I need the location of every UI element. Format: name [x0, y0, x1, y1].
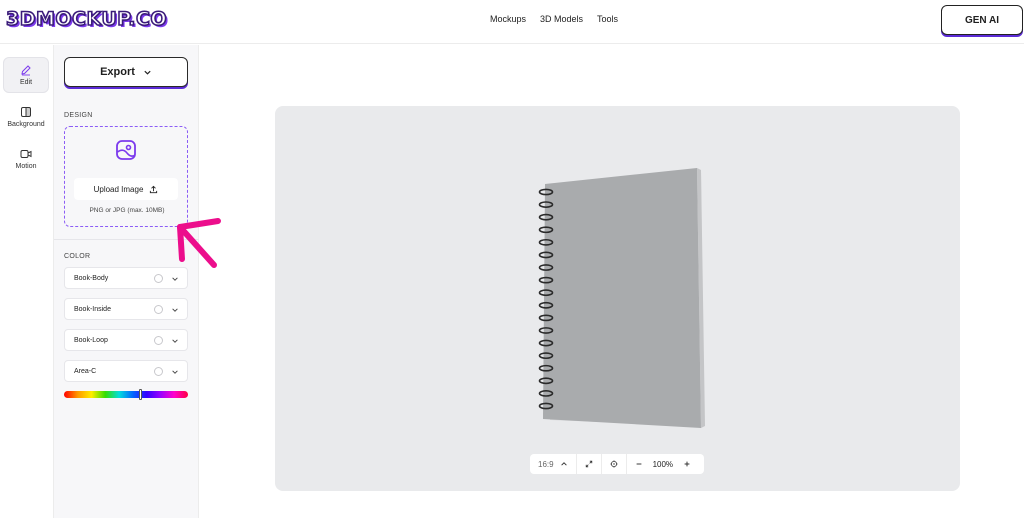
- app-window: 3DMOCKUP.CO Mockups 3D Models Tools GEN …: [0, 0, 1024, 518]
- color-row-book-loop[interactable]: Book-Loop: [64, 329, 188, 351]
- recenter-button[interactable]: [602, 454, 627, 474]
- upload-hint: PNG or JPG (max. 10MB): [89, 207, 165, 214]
- upload-icon: [150, 185, 158, 193]
- color-row-label: Book-Body: [74, 275, 109, 282]
- canvas-area: 16:9 100%: [199, 45, 1024, 518]
- video-icon: [20, 150, 32, 158]
- color-row-book-inside[interactable]: Book-Inside: [64, 298, 188, 320]
- crosshair-icon: [609, 460, 618, 468]
- color-row-area-c[interactable]: Area-C: [64, 360, 188, 382]
- chevron-down-icon: [144, 70, 151, 75]
- nav-tools[interactable]: Tools: [597, 14, 618, 24]
- nav-3d-models[interactable]: 3D Models: [540, 14, 583, 24]
- zoom-toolbar: 16:9 100%: [530, 454, 704, 474]
- annotation-arrow-icon: [177, 218, 221, 268]
- color-row-book-body[interactable]: Book-Body: [64, 267, 188, 289]
- zoom-control: 100%: [627, 454, 699, 474]
- color-section-label: COLOR: [64, 253, 91, 260]
- pencil-icon: [21, 65, 31, 76]
- minus-icon[interactable]: [635, 460, 643, 468]
- gen-ai-button[interactable]: GEN AI: [941, 5, 1023, 35]
- chevron-down-icon[interactable]: [171, 306, 179, 314]
- color-swatch[interactable]: [154, 305, 163, 314]
- color-swatch[interactable]: [154, 336, 163, 345]
- edit-panel: Export DESIGN Upload Image PNG or JPG (m…: [54, 45, 199, 518]
- logo[interactable]: 3DMOCKUP.CO: [5, 7, 167, 31]
- chevron-down-icon[interactable]: [171, 368, 179, 376]
- aspect-ratio-value: 16:9: [538, 459, 554, 469]
- chevron-down-icon[interactable]: [171, 275, 179, 283]
- color-swatch[interactable]: [154, 367, 163, 376]
- top-nav: Mockups 3D Models Tools: [490, 14, 618, 24]
- chevron-up-icon: [560, 462, 567, 466]
- hue-slider-thumb[interactable]: [139, 389, 142, 400]
- notebook-mockup[interactable]: [275, 106, 960, 491]
- notebook-cover: [543, 168, 701, 428]
- image-icon: [116, 140, 136, 160]
- aspect-ratio-control[interactable]: 16:9: [530, 454, 577, 474]
- zoom-level: 100%: [652, 459, 674, 469]
- rail-item-background[interactable]: Background: [3, 99, 49, 135]
- expand-icon: [585, 460, 592, 468]
- top-header: 3DMOCKUP.CO Mockups 3D Models Tools GEN …: [0, 0, 1024, 44]
- left-rail: Edit Background Motion: [0, 45, 54, 518]
- design-dropzone[interactable]: Upload Image PNG or JPG (max. 10MB): [64, 126, 188, 227]
- export-button[interactable]: Export: [64, 57, 188, 87]
- rail-item-edit[interactable]: Edit: [3, 57, 49, 93]
- color-row-label: Book-Loop: [74, 337, 108, 344]
- upload-image-label: Upload Image: [93, 184, 144, 194]
- background-icon: [21, 107, 31, 117]
- color-swatch[interactable]: [154, 274, 163, 283]
- export-label: Export: [100, 66, 135, 78]
- rail-item-label: Motion: [15, 163, 37, 170]
- design-section-label: DESIGN: [64, 112, 93, 119]
- plus-icon[interactable]: [683, 460, 691, 468]
- color-row-label: Book-Inside: [74, 306, 111, 313]
- rail-item-label: Edit: [19, 79, 33, 86]
- hue-slider[interactable]: [64, 389, 188, 400]
- fullscreen-button[interactable]: [577, 454, 602, 474]
- mockup-stage[interactable]: 16:9 100%: [275, 106, 960, 491]
- rail-item-label: Background: [7, 121, 45, 128]
- color-row-label: Area-C: [74, 368, 97, 375]
- nav-mockups[interactable]: Mockups: [490, 14, 526, 24]
- upload-image-button[interactable]: Upload Image: [74, 178, 178, 200]
- chevron-down-icon[interactable]: [171, 337, 179, 345]
- rail-item-motion[interactable]: Motion: [3, 141, 49, 177]
